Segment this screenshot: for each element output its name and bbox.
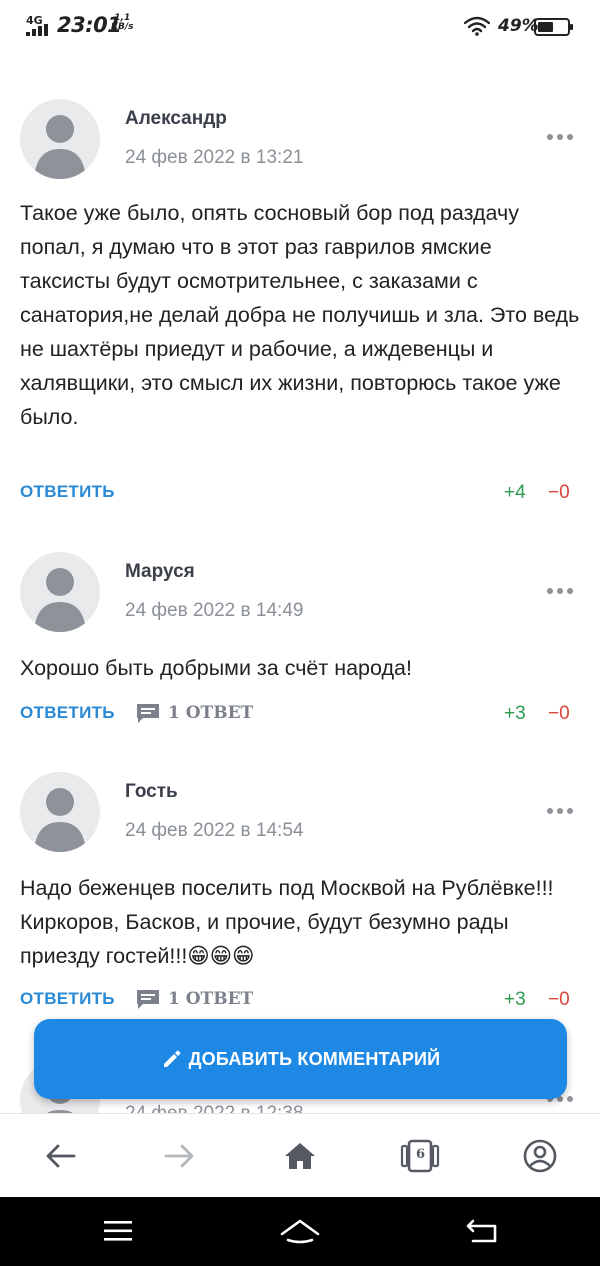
comment-author[interactable]: Маруся xyxy=(125,561,195,583)
forward-arrow-icon xyxy=(164,1144,194,1168)
battery-percent: 49% xyxy=(498,16,539,36)
wifi-icon xyxy=(464,16,490,36)
comment-bubble-icon xyxy=(137,990,159,1009)
add-comment-label: ДОБАВИТЬ КОММЕНТАРИЙ xyxy=(188,1048,441,1069)
battery-icon xyxy=(534,18,573,36)
reply-button[interactable]: ОТВЕТИТЬ xyxy=(20,482,115,502)
user-placeholder-icon xyxy=(34,788,86,852)
status-bar: 4G 23:01 1,1 KB/s 49% xyxy=(0,0,600,54)
vote-up-button[interactable]: +3 xyxy=(504,989,526,1011)
signal-icon xyxy=(26,24,48,36)
replies-count: 1 ОТВЕТ xyxy=(168,989,254,1009)
vote-up-button[interactable]: +3 xyxy=(504,703,526,725)
network-speed: 1,1 KB/s xyxy=(111,14,133,32)
account-button[interactable] xyxy=(520,1136,560,1176)
home-nav-icon xyxy=(280,1219,320,1244)
home-icon xyxy=(285,1143,315,1169)
reply-button[interactable]: ОТВЕТИТЬ xyxy=(20,703,115,723)
menu-icon xyxy=(104,1221,132,1241)
comment-author[interactable]: Гость xyxy=(125,781,178,803)
home-button[interactable] xyxy=(280,1136,320,1176)
forward-button[interactable] xyxy=(160,1136,200,1176)
account-icon xyxy=(523,1139,557,1173)
avatar[interactable] xyxy=(20,552,100,632)
avatar[interactable] xyxy=(20,99,100,179)
comment-author[interactable]: Александр xyxy=(125,108,227,130)
more-options-icon[interactable] xyxy=(545,805,575,817)
back-arrow-icon xyxy=(46,1144,76,1168)
pencil-icon xyxy=(163,1050,181,1067)
comment-text: Хорошо быть добрыми за счёт народа! xyxy=(20,656,412,680)
more-options-icon[interactable] xyxy=(545,585,575,597)
add-comment-button[interactable]: ДОБАВИТЬ КОММЕНТАРИЙ xyxy=(34,1019,567,1099)
comment-text: Надо беженцев поселить под Москвой на Ру… xyxy=(20,876,554,968)
vote-down-button[interactable]: −0 xyxy=(548,703,570,725)
vote-up-button[interactable]: +4 xyxy=(504,482,526,504)
user-placeholder-icon xyxy=(34,115,86,179)
tabs-count: 6 xyxy=(416,1147,426,1162)
back-nav-button[interactable] xyxy=(460,1213,504,1249)
network-speed-unit: KB/s xyxy=(111,22,134,32)
comment-text: Такое уже было, опять сосновый бор под р… xyxy=(20,201,580,429)
comment-bubble-icon xyxy=(137,704,159,723)
back-button[interactable] xyxy=(40,1136,80,1176)
replies-link[interactable]: 1 ОТВЕТ xyxy=(135,702,253,724)
comment-date: 24 фев 2022 в 14:49 xyxy=(125,600,304,621)
more-options-icon[interactable] xyxy=(545,131,575,143)
avatar[interactable] xyxy=(20,772,100,852)
tabs-button[interactable]: 6 xyxy=(400,1136,440,1176)
replies-count: 1 ОТВЕТ xyxy=(168,703,254,723)
vote-down-button[interactable]: −0 xyxy=(548,482,570,504)
system-nav-bar xyxy=(0,1197,600,1266)
reply-button[interactable]: ОТВЕТИТЬ xyxy=(20,989,115,1009)
replies-link[interactable]: 1 ОТВЕТ xyxy=(135,988,253,1010)
user-placeholder-icon xyxy=(34,568,86,632)
recent-apps-button[interactable] xyxy=(96,1213,140,1249)
home-nav-button[interactable] xyxy=(278,1213,322,1249)
comment-date: 24 фев 2022 в 13:21 xyxy=(125,147,304,168)
back-nav-icon xyxy=(466,1219,497,1243)
comment-date: 24 фев 2022 в 14:54 xyxy=(125,820,304,841)
browser-toolbar: 6 xyxy=(0,1113,600,1197)
vote-down-button[interactable]: −0 xyxy=(548,989,570,1011)
